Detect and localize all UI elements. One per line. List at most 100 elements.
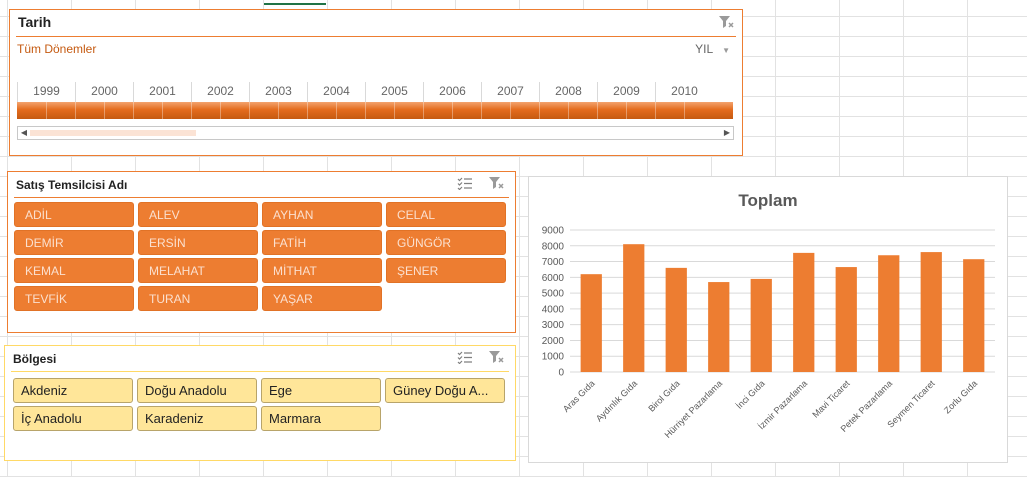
y-tick-label: 8000 (542, 241, 565, 252)
timeline-bar-tick (191, 102, 192, 119)
timeline-bar-tick (510, 102, 511, 119)
chart-plot: 0 1000 2000 3000 4000 5000 6000 7000 8000 9000 Ara… (542, 226, 995, 440)
rep-filter-button[interactable]: GÜNGÖR (386, 230, 506, 255)
timeline-year[interactable]: 2007 (481, 82, 539, 103)
chart-bar[interactable] (665, 267, 687, 372)
x-tick-label: Aydınlık Gıda (594, 378, 639, 423)
region-header-divider (11, 371, 509, 372)
region-filter-button[interactable]: Güney Doğu A... (385, 378, 505, 403)
x-tick-label: Birol Gıda (646, 378, 681, 413)
rep-filter-button[interactable]: ADİL (14, 202, 134, 227)
timeline-bar-tick (336, 102, 337, 119)
chart-bar[interactable] (750, 278, 772, 372)
region-filter-button[interactable]: İç Anadolu (13, 406, 133, 431)
rep-filter-button[interactable]: MİTHAT (262, 258, 382, 283)
timeline-year[interactable]: 2001 (133, 82, 191, 103)
x-tick-label: İnci Gıda (734, 378, 767, 411)
timeline-bar-tick (539, 102, 540, 119)
scroll-right-icon[interactable]: ▶ (721, 127, 733, 139)
y-tick-label: 5000 (542, 289, 565, 300)
timeline-scrollbar[interactable]: ◀ ▶ (17, 126, 734, 140)
chart-bar[interactable] (878, 255, 900, 372)
scroll-left-icon[interactable]: ◀ (18, 127, 30, 139)
y-tick-label: 4000 (542, 304, 565, 315)
rep-filter-button[interactable]: CELAL (386, 202, 506, 227)
timeline-year[interactable]: 2002 (191, 82, 249, 103)
timeline-title: Tarih (18, 14, 52, 30)
region-filter-button[interactable]: Ege (261, 378, 381, 403)
timeline-year[interactable]: 2005 (365, 82, 423, 103)
timeline-bar-tick (423, 102, 424, 119)
chart-bar[interactable] (708, 282, 730, 372)
timeline-bar-tick (684, 102, 685, 119)
selected-column-marker (264, 0, 326, 5)
timeline-bar-tick (133, 102, 134, 119)
chart-bar[interactable] (623, 244, 645, 372)
timeline-bar-tick (568, 102, 569, 119)
timeline-year[interactable]: 1999 (17, 82, 75, 103)
multi-select-icon[interactable] (457, 350, 473, 364)
timeline-years-row: 1999 2000 2001 2002 2003 2004 2005 2006 2007 2008… (17, 82, 733, 103)
timeline-year[interactable]: 2009 (597, 82, 655, 103)
chart-bar[interactable] (580, 274, 602, 372)
rep-filter-button[interactable]: ALEV (138, 202, 258, 227)
region-filter-button[interactable]: Karadeniz (137, 406, 257, 431)
timeline-year[interactable]: 2006 (423, 82, 481, 103)
chart-bar[interactable] (920, 252, 942, 372)
rep-slicer-title: Satış Temsilcisi Adı (16, 178, 128, 192)
rep-filter-button[interactable]: DEMİR (14, 230, 134, 255)
timeline-bar-tick (365, 102, 366, 119)
chart-bar[interactable] (793, 252, 815, 372)
timeline-year[interactable]: 2000 (75, 82, 133, 103)
region-slicer-title: Bölgesi (13, 352, 57, 366)
timeline-level-label: YIL (695, 42, 713, 56)
date-timeline-slicer[interactable]: Tarih Tüm Dönemler YIL ▼ 1999 2000 2001 200… (9, 9, 743, 156)
timeline-bar-tick (46, 102, 47, 119)
timeline-year[interactable]: 2008 (539, 82, 597, 103)
timeline-period-label: Tüm Dönemler (17, 42, 97, 56)
y-tick-label: 3000 (542, 320, 565, 331)
region-filter-button[interactable]: Marmara (261, 406, 381, 431)
y-tick-label: 6000 (542, 273, 565, 284)
timeline-selection-bar[interactable] (17, 102, 733, 119)
rep-filter-button[interactable]: TEVFİK (14, 286, 134, 311)
timeline-bar-tick (394, 102, 395, 119)
timeline-bar-tick (452, 102, 453, 119)
chart-bar[interactable] (963, 259, 985, 372)
y-tick-label: 9000 (542, 226, 565, 237)
timeline-year[interactable]: 2003 (249, 82, 307, 103)
chart-bar[interactable] (835, 267, 857, 372)
scrollbar-thumb[interactable] (30, 130, 196, 136)
timeline-bar-tick (104, 102, 105, 119)
timeline-bar-tick (626, 102, 627, 119)
rep-filter-button[interactable]: MELAHAT (138, 258, 258, 283)
y-tick-label: 0 (558, 368, 564, 379)
chevron-down-icon: ▼ (722, 46, 730, 55)
y-tick-label: 2000 (542, 336, 565, 347)
clear-filter-icon[interactable] (718, 15, 734, 29)
sales-rep-slicer: Satış Temsilcisi Adı ADİL ALEV AYHAN CELAL D… (7, 171, 516, 333)
y-tick-label: 7000 (542, 257, 565, 268)
rep-filter-button[interactable]: ERSİN (138, 230, 258, 255)
rep-filter-button[interactable]: FATİH (262, 230, 382, 255)
timeline-year[interactable]: 2004 (307, 82, 365, 103)
timeline-bar-tick (75, 102, 76, 119)
clear-filter-icon[interactable] (488, 176, 504, 190)
rep-filter-button[interactable]: AYHAN (262, 202, 382, 227)
clear-filter-icon[interactable] (488, 350, 504, 364)
rep-filter-button[interactable]: KEMAL (14, 258, 134, 283)
timeline-level-dropdown[interactable]: YIL ▼ (695, 42, 730, 56)
timeline-year[interactable]: 2010 (655, 82, 713, 103)
rep-filter-button[interactable]: TURAN (138, 286, 258, 311)
region-filter-button[interactable]: Akdeniz (13, 378, 133, 403)
rep-filter-button[interactable]: YAŞAR (262, 286, 382, 311)
total-bar-chart[interactable]: Toplam 0 1000 2000 3000 4000 5000 6000 7000 8000… (528, 176, 1008, 463)
region-filter-button[interactable]: Doğu Anadolu (137, 378, 257, 403)
multi-select-icon[interactable] (457, 176, 473, 190)
x-tick-label: Aras Gıda (561, 378, 597, 414)
timeline-bar-tick (481, 102, 482, 119)
rep-header-divider (14, 197, 509, 198)
rep-filter-button[interactable]: ŞENER (386, 258, 506, 283)
timeline-bar-tick (220, 102, 221, 119)
timeline-bar-tick (249, 102, 250, 119)
